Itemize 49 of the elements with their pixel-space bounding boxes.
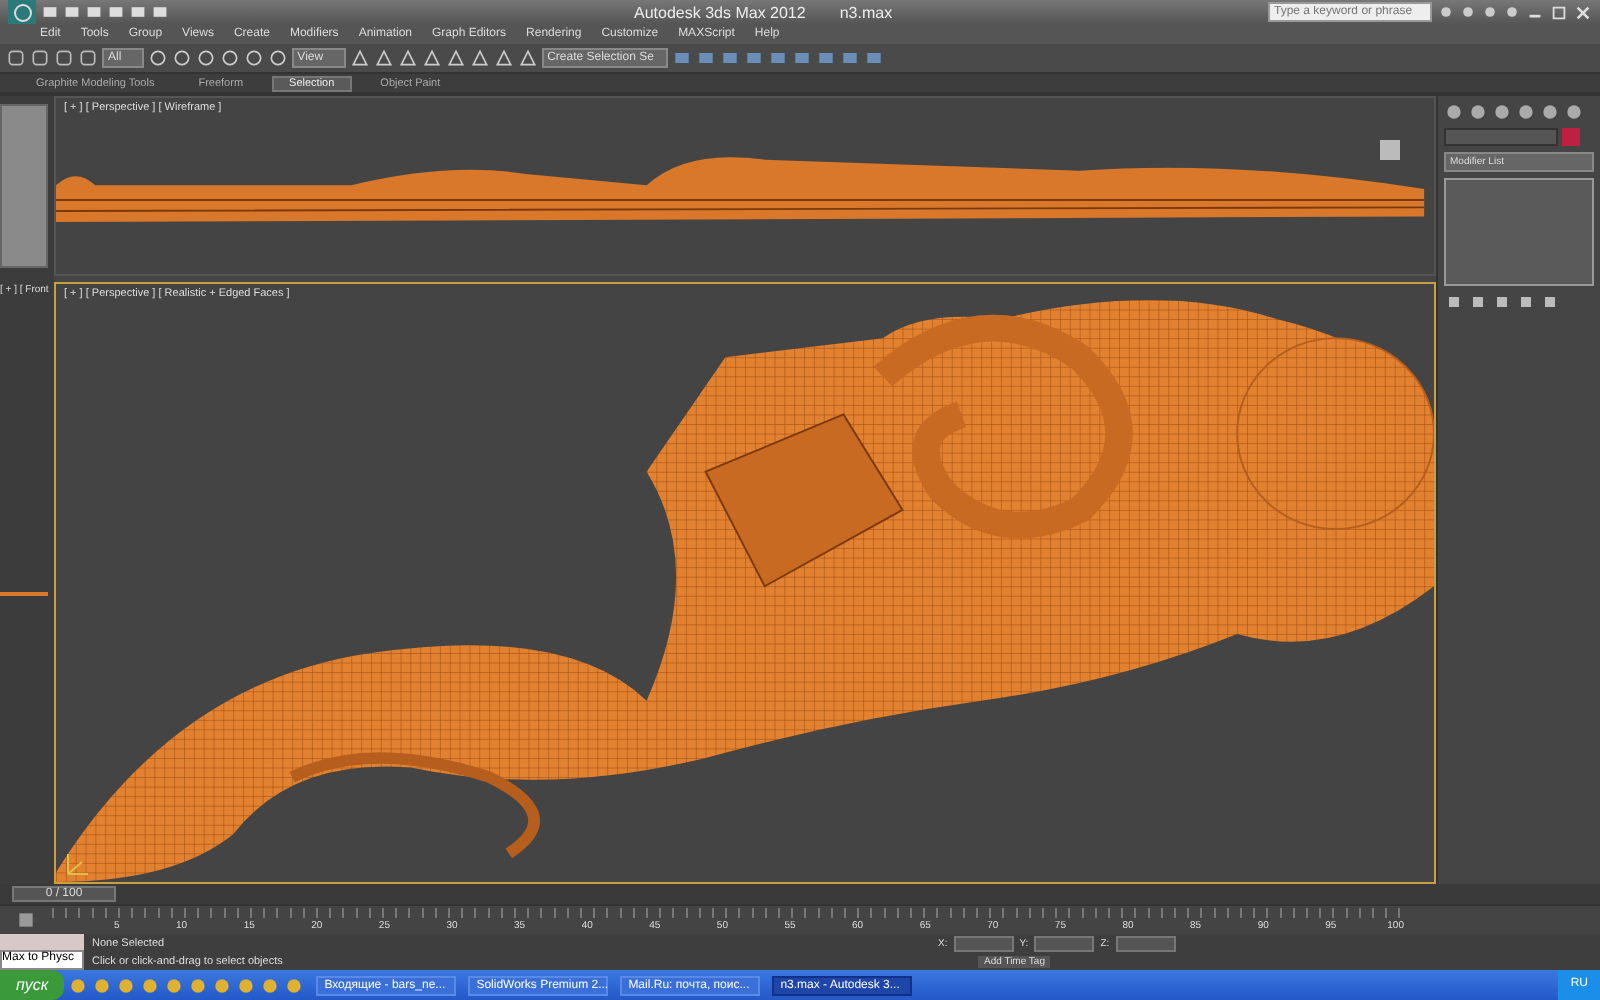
quick-launch-icon[interactable] <box>212 975 233 995</box>
toolbar-icon[interactable] <box>243 48 264 68</box>
close-icon[interactable] <box>1574 3 1592 21</box>
maximize-icon[interactable] <box>1550 3 1568 21</box>
toolbar-icon[interactable] <box>791 48 812 68</box>
toolbar-icon[interactable] <box>219 48 240 68</box>
toolbar-icon[interactable] <box>767 48 788 68</box>
toolbar-icon[interactable] <box>839 48 860 68</box>
view-cube-icon[interactable] <box>1378 138 1402 162</box>
toolbar-icon[interactable] <box>171 48 192 68</box>
toolbar-icon[interactable] <box>695 48 716 68</box>
toolbar-icon[interactable] <box>349 48 370 68</box>
quick-launch-icon[interactable] <box>164 975 185 995</box>
toolbar-icon[interactable] <box>267 48 288 68</box>
coordinate-field[interactable] <box>1115 935 1176 951</box>
toolbar-icon[interactable] <box>469 48 490 68</box>
key-filter-icon[interactable] <box>16 910 36 930</box>
quick-launch-icon[interactable] <box>188 975 209 995</box>
toolbar-icon[interactable] <box>743 48 764 68</box>
window-title: Autodesk 3ds Max 2012 <box>634 3 806 21</box>
coordinate-field[interactable] <box>953 935 1014 951</box>
script-listener-field[interactable] <box>0 934 84 950</box>
quick-launch-icon[interactable] <box>260 975 281 995</box>
object-name-field[interactable] <box>1444 128 1558 146</box>
toolbar-icon[interactable] <box>517 48 538 68</box>
quick-launch-icon[interactable] <box>116 975 137 995</box>
quick-launch-icon[interactable] <box>140 975 161 995</box>
coordinate-field[interactable] <box>1034 935 1095 951</box>
toolbar-icon[interactable] <box>147 48 168 68</box>
toolbar-icon[interactable] <box>719 48 740 68</box>
start-button[interactable]: пуск <box>0 970 65 1000</box>
quick-launch-icon[interactable] <box>68 975 89 995</box>
toolbar-icon[interactable] <box>493 48 514 68</box>
toolbar-icon[interactable] <box>815 48 836 68</box>
toolbar-icon[interactable] <box>373 48 394 68</box>
quick-launch-icon[interactable] <box>284 975 305 995</box>
quick-launch-icon[interactable] <box>92 975 113 995</box>
toolbar-icon[interactable] <box>445 48 466 68</box>
toolbar-icon[interactable] <box>863 48 884 68</box>
toolbar-icon[interactable] <box>671 48 692 68</box>
object-color-swatch[interactable] <box>1562 128 1580 146</box>
toolbar-icon[interactable] <box>421 48 442 68</box>
app-logo-icon[interactable] <box>8 0 36 24</box>
modifier-stack-list[interactable] <box>1444 178 1594 286</box>
toolbar-icon[interactable] <box>397 48 418 68</box>
toolbar-icon[interactable] <box>195 48 216 68</box>
file-name: n3.max <box>839 3 893 21</box>
quick-launch-icon[interactable] <box>236 975 257 995</box>
axis-tripod-icon <box>64 850 92 878</box>
